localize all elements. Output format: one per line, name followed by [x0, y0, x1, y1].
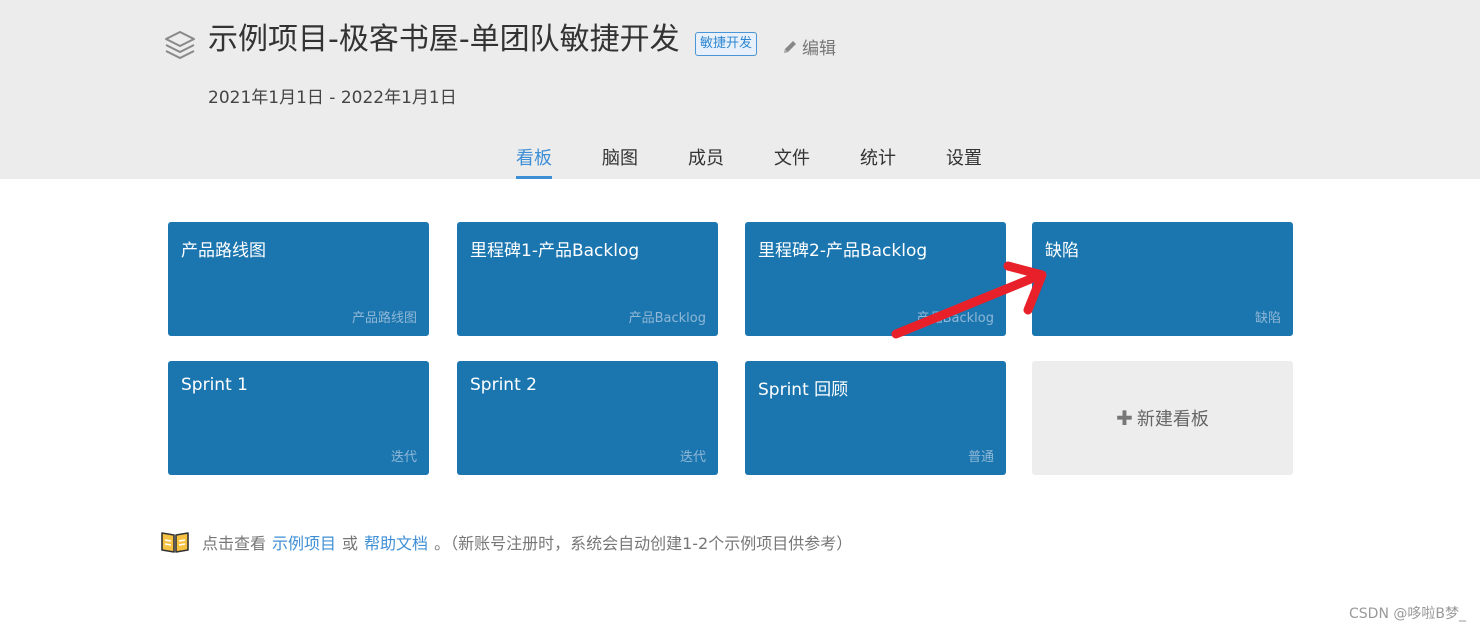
board-name: 里程碑1-产品Backlog — [470, 241, 640, 261]
board-card[interactable]: Sprint 回顾 普通 — [745, 361, 1006, 475]
plus-icon: ✚ — [1116, 406, 1133, 430]
board-type: 产品Backlog — [628, 311, 706, 326]
board-card[interactable]: 缺陷 缺陷 — [1032, 222, 1293, 336]
board-name: Sprint 1 — [181, 375, 248, 395]
new-board-button[interactable]: ✚ 新建看板 — [1032, 361, 1293, 475]
board-type: 产品路线图 — [351, 311, 417, 326]
board-name: Sprint 2 — [470, 375, 537, 395]
edit-label: 编辑 — [802, 39, 836, 59]
project-header: 示例项目-极客书屋-单团队敏捷开发 敏捷开发 编辑 2021年1月1日 - 20… — [0, 0, 1480, 179]
board-name: 里程碑2-产品Backlog — [758, 241, 928, 261]
board-card[interactable]: Sprint 2 迭代 — [457, 361, 718, 475]
project-date-range: 2021年1月1日 - 2022年1月1日 — [208, 88, 457, 108]
help-or: 或 — [342, 534, 359, 553]
tab-kanban[interactable]: 看板 — [516, 144, 552, 170]
tab-mindmap[interactable]: 脑图 — [602, 144, 638, 170]
active-tab-indicator — [516, 176, 552, 179]
new-board-label: 新建看板 — [1136, 409, 1209, 430]
project-type-badge: 敏捷开发 — [695, 32, 758, 56]
sample-project-link[interactable]: 示例项目 — [272, 530, 336, 554]
help-suffix: 。（新账号注册时，系统会自动创建1-2个示例项目供参考） — [434, 534, 853, 553]
board-type: 缺陷 — [1254, 311, 1281, 326]
pencil-icon — [784, 40, 796, 53]
layers-icon — [165, 31, 195, 59]
edit-project-button[interactable]: 编辑 — [782, 34, 836, 59]
board-type: 迭代 — [390, 450, 417, 465]
project-title: 示例项目-极客书屋-单团队敏捷开发 — [208, 22, 680, 57]
help-prefix: 点击查看 — [202, 534, 267, 553]
tab-files[interactable]: 文件 — [774, 144, 810, 170]
board-type: 普通 — [967, 450, 994, 465]
board-type: 迭代 — [679, 450, 706, 465]
board-card[interactable]: 里程碑2-产品Backlog 产品Backlog — [745, 222, 1006, 336]
board-card[interactable]: Sprint 1 迭代 — [168, 361, 429, 475]
board-name: 缺陷 — [1045, 241, 1079, 261]
project-tabs: 看板 脑图 成员 文件 统计 设置 — [0, 140, 1480, 179]
board-name: 产品路线图 — [181, 241, 266, 261]
tab-members[interactable]: 成员 — [688, 144, 724, 170]
watermark: CSDN @哆啦B梦_ — [1349, 606, 1466, 622]
tab-settings[interactable]: 设置 — [946, 144, 982, 170]
board-type: 产品Backlog — [916, 311, 994, 326]
help-hint: 点击查看 示例项目 或 帮助文档 。（新账号注册时，系统会自动创建1-2个示例项… — [160, 530, 852, 554]
help-docs-link[interactable]: 帮助文档 — [364, 530, 428, 554]
board-name: Sprint 回顾 — [758, 380, 849, 400]
board-card[interactable]: 产品路线图 产品路线图 — [168, 222, 429, 336]
board-card[interactable]: 里程碑1-产品Backlog 产品Backlog — [457, 222, 718, 336]
tab-stats[interactable]: 统计 — [860, 144, 896, 170]
book-icon — [161, 532, 189, 553]
